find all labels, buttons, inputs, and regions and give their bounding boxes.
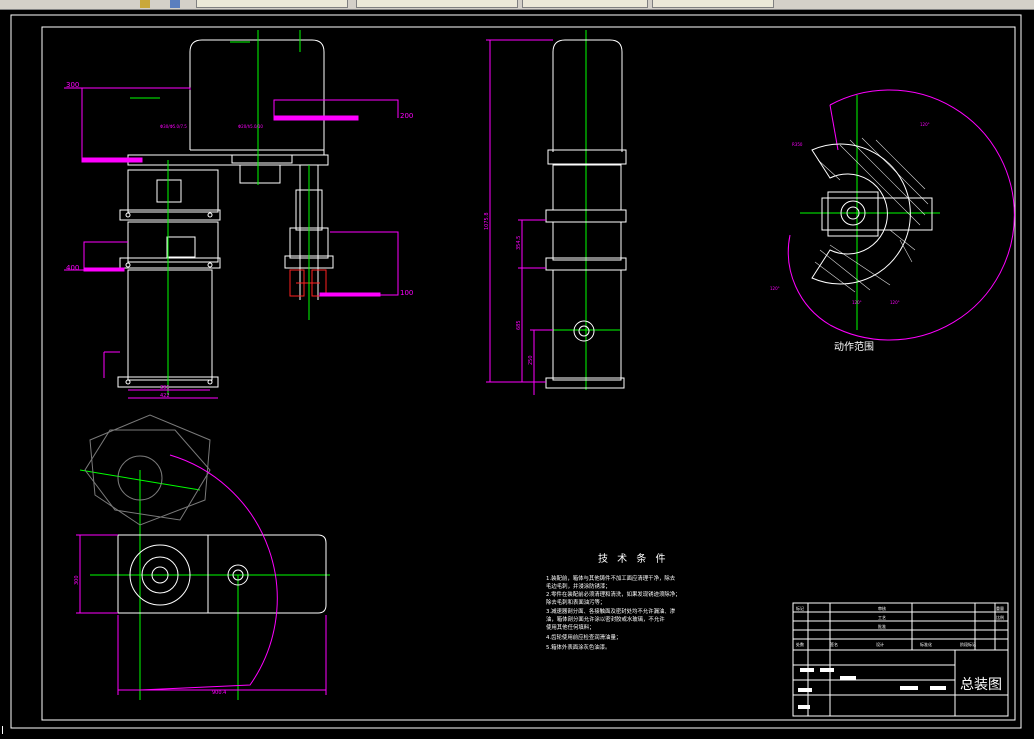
title-block xyxy=(792,602,1009,717)
toolbar-field[interactable] xyxy=(356,0,518,8)
dim-200: 200 xyxy=(400,112,413,120)
svg-text:2.零件在装配前必须清理和清洗，如果发现锈迹须除净；: 2.零件在装配前必须清理和清洗，如果发现锈迹须除净； xyxy=(546,590,681,598)
motion-range-label: 动作范围 xyxy=(834,340,874,353)
status-strip xyxy=(0,729,1034,735)
dim-422: 422 xyxy=(160,393,170,399)
top-view-ghost xyxy=(84,414,211,526)
svg-text:阶段标记: 阶段标记 xyxy=(960,641,976,647)
svg-text:标准化: 标准化 xyxy=(920,641,932,647)
title-block-fills xyxy=(798,668,946,709)
front-view xyxy=(117,39,334,388)
svg-text:审核: 审核 xyxy=(878,605,886,611)
svg-text:签名: 签名 xyxy=(830,641,838,647)
dim-bore-1: Φ30/Φ5.0/7.5 xyxy=(160,124,187,129)
dim-395: 395 xyxy=(160,385,170,391)
dim-top-width: 900.4 xyxy=(212,690,226,696)
title-block-text: 标记 处数 签名 设计 标准化 审核 工艺 批准 阶段标记 重量 比例 xyxy=(796,605,1004,647)
dim-mid: 354.5 xyxy=(516,236,522,250)
svg-text:4.齿轮使用前应检查润滑油量；: 4.齿轮使用前应检查润滑油量； xyxy=(546,633,621,641)
svg-text:批准: 批准 xyxy=(878,623,886,629)
crosshair-cursor-icon xyxy=(2,726,9,734)
toolbar-field[interactable] xyxy=(522,0,648,8)
svg-text:工艺: 工艺 xyxy=(878,615,886,620)
drawing-title: 总装图 xyxy=(960,677,1002,693)
dim-100: 100 xyxy=(400,289,413,297)
svg-text:5.箱体外表面涂灰色油漆。: 5.箱体外表面涂灰色油漆。 xyxy=(546,643,610,651)
centerlines xyxy=(79,30,940,700)
cad-drawing[interactable]: 300 200 400 100 395 422 Φ30/Φ5.0/7.5 Φ20… xyxy=(0,10,1034,735)
svg-text:1.装配前，箱体与其他铸件不加工面应清理干净，除去: 1.装配前，箱体与其他铸件不加工面应清理干净，除去 xyxy=(546,574,676,582)
svg-text:油，箱体剖分面允许涂以密封胶或水玻璃，不允许: 油，箱体剖分面允许涂以密封胶或水玻璃，不允许 xyxy=(546,615,665,623)
angle-label-4: 120° xyxy=(890,300,900,305)
svg-text:毛边毛刺，并浸涂防锈漆；: 毛边毛刺，并浸涂防锈漆； xyxy=(546,582,611,590)
inner-frame xyxy=(41,26,1016,721)
side-dimensions xyxy=(486,39,553,395)
angle-label-3: 120° xyxy=(852,300,862,305)
dim-bore-2: Φ20/h5.0/10 xyxy=(238,124,263,129)
tech-notes: 1.装配前，箱体与其他铸件不加工面应清理干净，除去 毛边毛刺，并浸涂防锈漆； 2… xyxy=(546,574,681,651)
toolbar-icon[interactable] xyxy=(170,0,180,8)
svg-text:使用其他任何填料；: 使用其他任何填料； xyxy=(546,623,595,631)
motion-range-view xyxy=(787,89,1015,341)
dim-lower: 685 xyxy=(516,320,522,330)
radius-label: R350 xyxy=(792,142,803,147)
toolbar-field[interactable] xyxy=(196,0,348,8)
dim-total-height: 1075.8 xyxy=(484,213,490,231)
dim-base: 250 xyxy=(528,355,534,365)
svg-text:标记: 标记 xyxy=(796,605,804,611)
top-view xyxy=(117,534,327,614)
angle-label-2: 120° xyxy=(770,286,780,291)
dimension-lines xyxy=(64,87,399,399)
svg-text:处数: 处数 xyxy=(796,641,804,647)
dim-300: 300 xyxy=(66,81,79,89)
dim-top-height: 300 xyxy=(74,575,80,585)
svg-text:比例: 比例 xyxy=(996,614,1004,620)
toolbar-field[interactable] xyxy=(652,0,774,8)
gripper xyxy=(289,269,327,297)
toolbar-icon[interactable] xyxy=(140,0,150,8)
svg-text:3.减速器剖分面、各接触面及密封处均不允许漏油、渗: 3.减速器剖分面、各接触面及密封处均不允许漏油、渗 xyxy=(546,607,676,615)
svg-text:除去毛刺和表面油污等；: 除去毛刺和表面油污等； xyxy=(546,598,605,606)
dim-400: 400 xyxy=(66,264,79,272)
angle-label-1: 120° xyxy=(920,122,930,127)
tech-conditions-title: 技 术 条 件 xyxy=(598,552,669,565)
drawing-canvas[interactable]: 300 200 400 100 395 422 Φ30/Φ5.0/7.5 Φ20… xyxy=(0,10,1034,735)
svg-text:重量: 重量 xyxy=(996,605,1004,611)
svg-text:设计: 设计 xyxy=(876,641,884,647)
window-toolbar xyxy=(0,0,1034,10)
